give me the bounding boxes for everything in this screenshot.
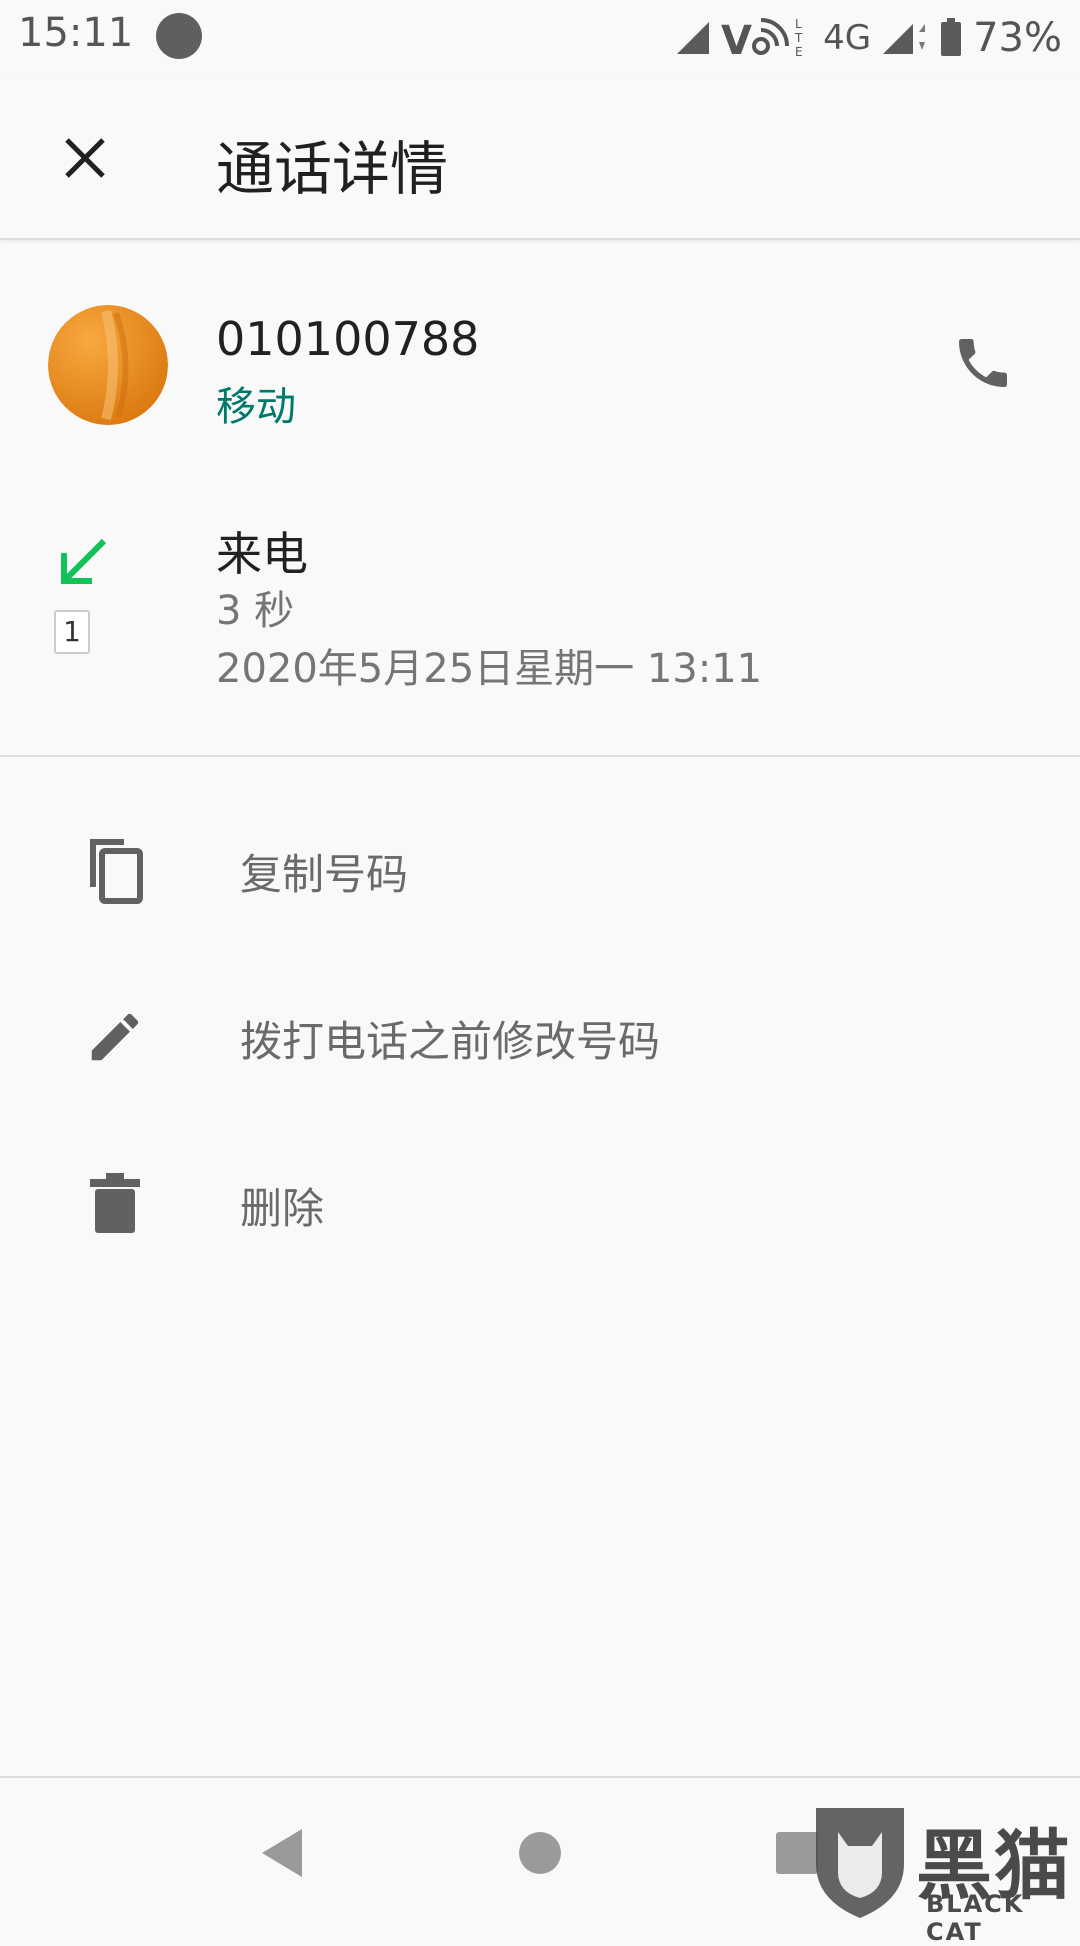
notification-dot-icon xyxy=(156,13,202,59)
sim-badge: 1 xyxy=(54,610,90,654)
avatar-image xyxy=(48,305,168,425)
battery-percentage: 73% xyxy=(973,15,1062,61)
black-cat-logo-icon xyxy=(816,1808,904,1918)
home-button[interactable] xyxy=(495,1808,585,1898)
copy-icon xyxy=(80,835,150,905)
close-button[interactable] xyxy=(40,118,130,198)
watermark: 黑猫 BLACK CAT xyxy=(808,1800,1080,1946)
volte-icon: V L T E xyxy=(721,17,803,60)
call-button[interactable] xyxy=(940,320,1026,406)
signal-icon xyxy=(677,22,710,54)
svg-text:E: E xyxy=(795,45,803,59)
edit-icon xyxy=(80,1002,150,1072)
delete-action[interactable]: 删除 xyxy=(0,1131,1080,1271)
phone-icon xyxy=(959,339,1007,387)
svg-text:L: L xyxy=(795,17,802,31)
watermark-subtext: BLACK CAT xyxy=(926,1890,1025,1946)
call-datetime: 2020年5月25日星期一 13:11 xyxy=(216,646,763,692)
delete-label: 删除 xyxy=(240,1184,325,1233)
app-header: 通话详情 xyxy=(0,78,1080,240)
status-icons: V L T E 4G 73% xyxy=(675,10,1062,66)
back-icon xyxy=(262,1829,302,1877)
home-icon xyxy=(519,1832,561,1874)
back-button[interactable] xyxy=(237,1808,327,1898)
signal-icon xyxy=(883,24,926,54)
page-title: 通话详情 xyxy=(216,135,449,203)
status-bar: 15:11 V L T E 4G 73% xyxy=(0,0,1080,78)
carrier-label: 移动 xyxy=(216,384,296,430)
network-type: 4G xyxy=(823,18,872,58)
delete-icon xyxy=(80,1169,150,1239)
edit-before-call-action[interactable]: 拨打电话之前修改号码 xyxy=(0,964,1080,1104)
edit-before-call-label: 拨打电话之前修改号码 xyxy=(240,1017,661,1066)
copy-number-action[interactable]: 复制号码 xyxy=(0,797,1080,937)
copy-number-label: 复制号码 xyxy=(240,850,409,899)
phone-number: 010100788 xyxy=(216,312,480,366)
status-time: 15:11 xyxy=(18,10,134,56)
battery-icon xyxy=(941,18,962,56)
incoming-call-arrow-icon xyxy=(61,538,107,584)
close-icon xyxy=(65,138,105,178)
svg-text:V: V xyxy=(721,18,752,60)
svg-text:T: T xyxy=(794,31,803,45)
call-type: 来电 xyxy=(216,527,308,581)
call-duration: 3 秒 xyxy=(216,588,295,634)
contact-section: 010100788 移动 1 来电 3 秒 2020年5月25日星期一 13:1… xyxy=(0,240,1080,756)
avatar[interactable] xyxy=(48,305,168,425)
divider xyxy=(0,755,1080,757)
